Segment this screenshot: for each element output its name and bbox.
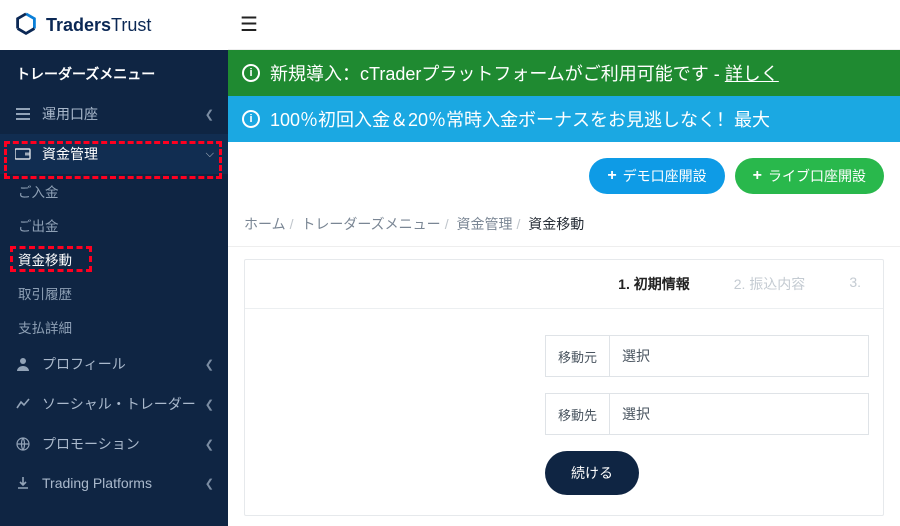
banner-text: 新規導入：cTraderプラットフォームがご利用可能です - 詳しく [270,60,779,86]
nav-sub-withdraw[interactable]: ご出金 [0,208,228,242]
breadcrumb: ホーム/ トレーダーズメニュー/ 資金管理/ 資金移動 [228,204,900,247]
crumb-home[interactable]: ホーム [244,216,286,232]
open-live-button[interactable]: + ライブ口座開設 [735,158,884,194]
crumb-menu[interactable]: トレーダーズメニュー [301,216,440,232]
chevron-left-icon: ❮ [205,358,214,371]
download-icon [14,474,32,492]
button-label: デモ口座開設 [623,166,707,186]
nav-sub-transfer[interactable]: 資金移動 [0,242,228,276]
from-select[interactable]: 選択 [609,335,869,377]
chevron-left-icon: ❮ [205,398,214,411]
banner-text: 100％初回入金＆20％常時入金ボーナスをお見逃しなく！最大 [270,106,770,132]
open-demo-button[interactable]: + デモ口座開設 [589,158,724,194]
main: ☰ i 新規導入：cTraderプラットフォームがご利用可能です - 詳しく i… [228,0,900,526]
nav-sub-label: ご入金 [18,185,59,200]
globe-icon [14,435,32,453]
banner-ctrader[interactable]: i 新規導入：cTraderプラットフォームがご利用可能です - 詳しく [228,50,900,96]
sidebar-title: トレーダーズメニュー [0,50,228,94]
step-3: 3. [827,274,883,294]
user-icon [14,355,32,373]
nav-label: プロモーション [42,434,140,454]
plus-icon: + [753,168,762,184]
nav-sub-label: 支払詳細 [18,321,72,336]
sidebar-nav: 運用口座 ❮ 資金管理 ⌵ ご入金 ご出金 資金移動 取引履歴 支払詳細 プロフ… [0,94,228,502]
step-1[interactable]: 1. 初期情報 [596,274,712,294]
chevron-left-icon: ❮ [205,108,214,121]
chevron-left-icon: ❮ [205,477,214,490]
sidebar: TradersTrust トレーダーズメニュー 運用口座 ❮ 資金管理 ⌵ ご入… [0,0,228,526]
nav-sub-deposit[interactable]: ご入金 [0,174,228,208]
topbar: ☰ [228,0,900,50]
button-label: ライブ口座開設 [768,166,866,186]
nav-sub-payment[interactable]: 支払詳細 [0,310,228,344]
action-row: + デモ口座開設 + ライブ口座開設 [228,142,900,204]
step-2: 2. 振込内容 [712,274,828,294]
nav-item-platforms[interactable]: Trading Platforms ❮ [0,464,228,502]
nav-label: Trading Platforms [42,475,152,491]
nav-item-accounts[interactable]: 運用口座 ❮ [0,94,228,134]
nav-item-promo[interactable]: プロモーション ❮ [0,424,228,464]
nav-label: プロフィール [42,354,126,374]
crumb-funds[interactable]: 資金管理 [456,216,512,232]
logo-text: TradersTrust [46,15,151,36]
list-icon [14,105,32,123]
chevron-down-icon: ⌵ [206,148,214,161]
nav-sub-history[interactable]: 取引履歴 [0,276,228,310]
continue-button[interactable]: 続ける [545,451,639,495]
nav-sub-label: ご出金 [18,219,59,234]
wallet-icon [14,145,32,163]
nav-label: 運用口座 [42,104,98,124]
crumb-current: 資金移動 [528,216,584,232]
nav-sub-funds: ご入金 ご出金 資金移動 取引履歴 支払詳細 [0,174,228,344]
row-from: 移動元 選択 [545,335,883,377]
nav-item-funds[interactable]: 資金管理 ⌵ [0,134,228,174]
to-select[interactable]: 選択 [609,393,869,435]
form: 移動元 選択 移動先 選択 続ける [245,309,883,515]
steps: 1. 初期情報 2. 振込内容 3. [245,260,883,309]
transfer-card: 1. 初期情報 2. 振込内容 3. 移動元 選択 移動先 選択 続ける [244,259,884,516]
to-label: 移動先 [545,393,609,435]
chart-icon [14,395,32,413]
info-icon: i [242,64,260,82]
nav-item-profile[interactable]: プロフィール ❮ [0,344,228,384]
logo[interactable]: TradersTrust [0,0,228,50]
nav-label: ソーシャル・トレーダー [42,394,196,414]
nav-sub-label: 取引履歴 [18,287,72,302]
row-to: 移動先 選択 [545,393,883,435]
info-icon: i [242,110,260,128]
from-label: 移動元 [545,335,609,377]
chevron-left-icon: ❮ [205,438,214,451]
banner-bonus[interactable]: i 100％初回入金＆20％常時入金ボーナスをお見逃しなく！最大 [228,96,900,142]
logo-icon [12,11,40,39]
hamburger-icon[interactable]: ☰ [240,12,258,37]
plus-icon: + [607,168,616,184]
nav-sub-label: 資金移動 [18,253,72,268]
nav-item-social[interactable]: ソーシャル・トレーダー ❮ [0,384,228,424]
nav-label: 資金管理 [42,144,98,164]
